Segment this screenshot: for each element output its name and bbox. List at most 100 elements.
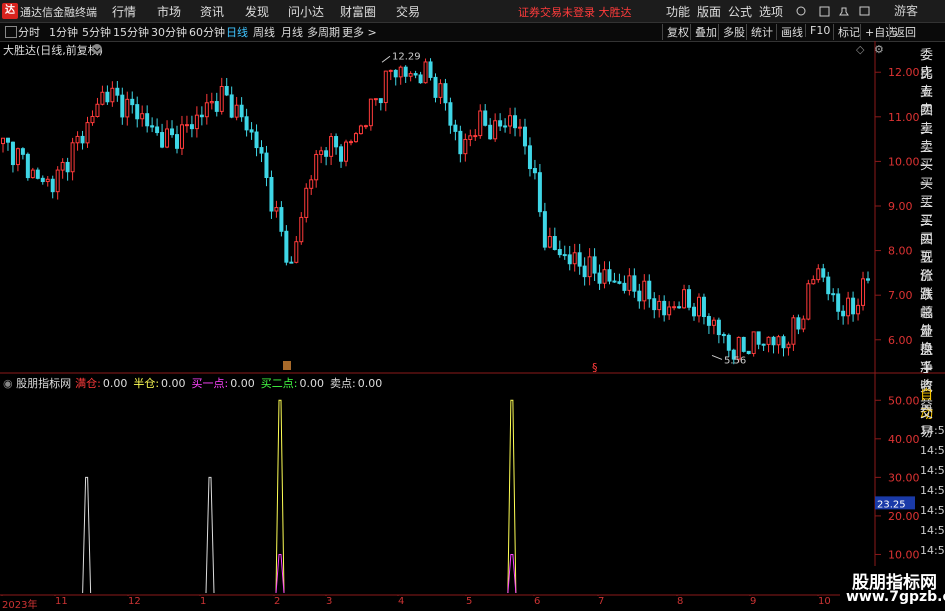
indicator-spike [82,476,92,594]
candle [841,305,846,325]
candle [647,274,652,308]
menu-item[interactable]: 问小达 [288,3,324,20]
menu-item[interactable]: 版面 [697,3,721,20]
price-tick-label: 12.00 [888,66,920,79]
candle [135,96,140,128]
candle [75,131,80,151]
headset-icon[interactable] [796,6,806,16]
settings-icon[interactable]: ⚙ [874,43,884,56]
price-tick-label: 9.00 [888,200,913,213]
menu-item[interactable]: 交易 [396,3,420,20]
fullscreen-icon[interactable] [859,6,870,16]
dividend-marker-icon[interactable]: § [592,361,598,374]
candle [329,133,334,166]
skin-icon[interactable] [819,6,830,17]
indicator-tick-label: 50.00 [888,394,920,407]
period-tab[interactable]: 周线 [253,24,275,40]
price-tick-label: 7.00 [888,289,913,302]
candle [10,141,15,173]
toolbar-button[interactable]: F10 [805,24,830,37]
period-tab[interactable]: 15分钟 [113,24,149,40]
date-tick-label: 4 [398,596,405,607]
toolbar-button[interactable]: 返回 [889,24,916,40]
candle [468,129,473,147]
toolbar-button[interactable]: 统计 [746,24,773,40]
candle [711,317,716,335]
period-tab[interactable]: 日线 [226,24,248,40]
menu-item[interactable]: 功能 [666,3,690,20]
candle [806,279,811,321]
candle [204,93,209,125]
candle [791,314,796,351]
indicator-settings-icon[interactable]: ◉ [3,377,16,390]
menu-item[interactable]: 发现 [245,3,269,20]
candle [378,98,383,111]
app-title: 通达信金融终端 [20,6,97,19]
candle [692,302,697,321]
period-box-icon[interactable] [5,26,17,38]
menu-item[interactable]: 财富圈 [340,3,376,20]
period-tab[interactable]: 月线 [281,24,303,40]
candle [150,117,155,133]
login-notice[interactable]: 证券交易未登录 大胜达 [518,4,632,20]
candle [105,85,110,105]
current-value: 23.25 [877,499,906,510]
price-tick-label: 6.00 [888,334,913,347]
toolbar-button[interactable]: 标记 [833,24,860,40]
period-tab[interactable]: 30分钟 [151,24,187,40]
indicator-tick-label: 40.00 [888,433,920,446]
menu-item[interactable]: 选项 [759,3,783,20]
candle [851,291,856,322]
settings-icon[interactable] [91,43,103,55]
trade-time: 14:56 [920,444,945,457]
toolbar-button[interactable]: 复权 [662,24,689,40]
user-button[interactable]: 游客 [894,2,918,19]
candle [761,343,766,352]
period-tab[interactable]: 分时 [18,24,40,40]
candle [393,69,398,86]
period-tab[interactable]: 60分钟 [189,24,225,40]
diamond-icon[interactable]: ◇ [856,43,864,56]
candle [423,58,428,84]
candle [314,150,319,188]
period-tab[interactable]: 多周期 [307,24,340,40]
indicator-name: 股朋指标网 [16,377,72,390]
menu-item[interactable]: 公式 [728,3,752,20]
menu-item[interactable]: 行情 [112,3,136,20]
candle [5,137,10,151]
indicator-spike [275,399,285,594]
candle [567,245,572,271]
candle [60,158,65,179]
period-tab[interactable]: 1分钟 [49,24,78,40]
indicator-spike [205,476,215,594]
candle [622,275,627,294]
candle [214,92,219,117]
period-tab[interactable]: 5分钟 [82,24,111,40]
candle [796,314,801,335]
candle [70,137,75,181]
menu-item[interactable]: 资讯 [200,3,224,20]
app-logo-icon: 达 [2,3,18,19]
candle [170,120,175,138]
candle [189,115,194,138]
bell-icon[interactable] [839,7,849,16]
toolbar-button[interactable]: 叠加 [690,24,717,40]
menu-item[interactable]: 市场 [157,3,181,20]
price-tick-label: 8.00 [888,245,913,258]
period-tab[interactable]: 更多 > [342,24,377,40]
toolbar-button[interactable]: 画线 [776,24,803,40]
candle [458,125,463,163]
date-tick-label: 9 [750,596,757,607]
candle [766,336,771,353]
indicator-legend: ◉ 股朋指标网 满仓: 0.00 半仓: 0.00 买一点: 0.00 买二点: 0.00 卖点:… [3,375,388,391]
candle [537,163,542,217]
indicator-value: 0.00 [161,377,186,390]
date-tick-label: 6 [534,596,541,607]
event-marker-icon[interactable] [283,361,291,370]
date-tick-label: 1 [200,596,207,607]
candle [344,139,349,167]
candle [209,92,214,110]
toolbar-button[interactable]: 多股 [718,24,745,40]
candle [453,119,458,141]
date-tick-label: 10 [818,596,831,607]
